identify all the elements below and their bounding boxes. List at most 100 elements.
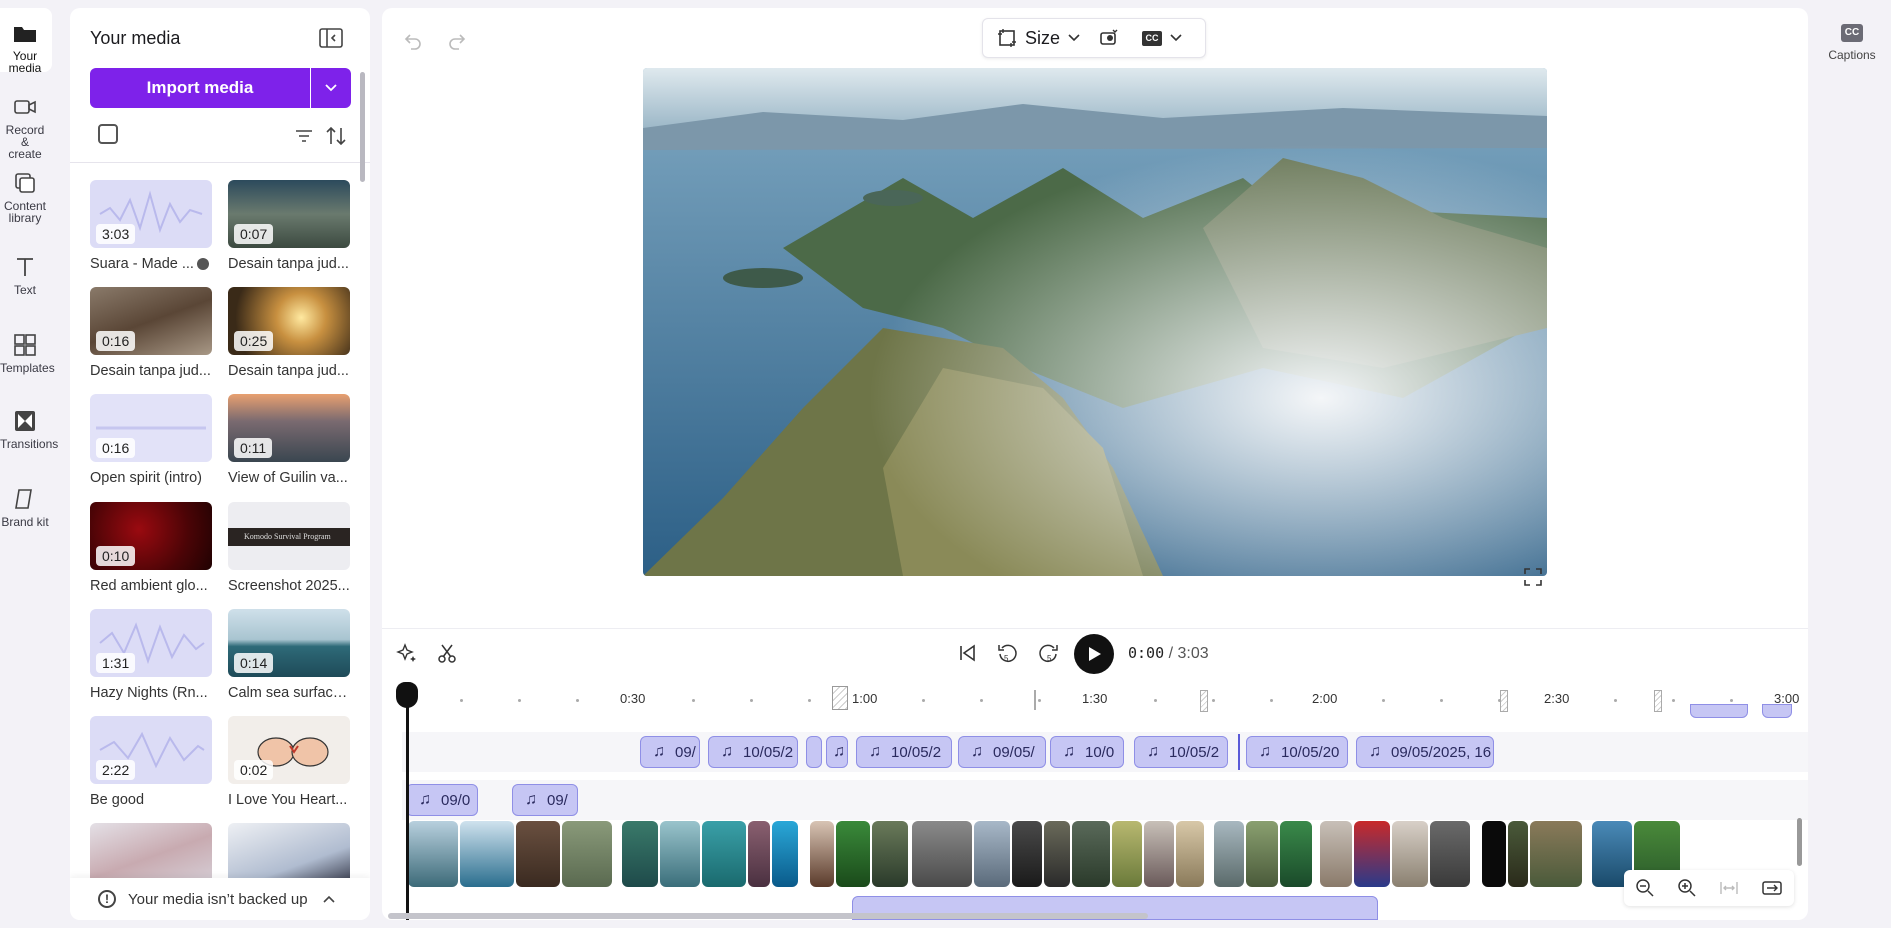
video-clip[interactable] xyxy=(1214,821,1244,887)
skip-to-start-icon[interactable] xyxy=(956,642,978,664)
video-clip[interactable] xyxy=(1530,821,1582,887)
media-tile[interactable]: 0:14 Calm sea surface... xyxy=(228,609,350,701)
video-clip[interactable] xyxy=(748,821,770,887)
audio-clip[interactable] xyxy=(806,736,822,768)
timeline-ruler[interactable]: 0:30 1:00 1:30 2:00 2:30 3:00 xyxy=(382,684,1808,714)
zoom-out-icon[interactable] xyxy=(1635,878,1655,898)
nav-your-media[interactable]: Your media xyxy=(0,20,50,74)
zoom-in-icon[interactable] xyxy=(1677,878,1697,898)
fullscreen-icon[interactable] xyxy=(1522,566,1544,588)
transition-marker[interactable] xyxy=(832,686,848,710)
audio-clip[interactable] xyxy=(1762,704,1792,718)
transition-marker[interactable] xyxy=(1200,690,1208,712)
video-clip[interactable] xyxy=(408,821,458,887)
select-all-checkbox[interactable] xyxy=(98,124,118,144)
video-clip[interactable] xyxy=(702,821,746,887)
video-clip[interactable] xyxy=(516,821,560,887)
play-button[interactable] xyxy=(1074,634,1114,674)
media-tile[interactable]: 0:25 Desain tanpa jud... xyxy=(228,287,350,379)
media-scrollbar[interactable] xyxy=(360,72,365,182)
nav-brand-kit[interactable]: Brand kit xyxy=(0,486,50,528)
rewind-5-icon[interactable]: 5 xyxy=(996,642,1018,664)
media-tile[interactable]: 0:11 View of Guilin va... xyxy=(228,394,350,486)
timeline-vertical-scrollbar[interactable] xyxy=(1797,818,1802,866)
background-remover-icon[interactable] xyxy=(1098,28,1120,48)
video-clip[interactable] xyxy=(460,821,514,887)
video-clip[interactable] xyxy=(1072,821,1110,887)
video-clip[interactable] xyxy=(660,821,700,887)
media-tile[interactable]: 0:16 Open spirit (intro) xyxy=(90,394,212,486)
transition-marker[interactable] xyxy=(1500,690,1508,712)
media-tile[interactable]: 0:07 Desain tanpa jud... xyxy=(228,180,350,272)
video-clip[interactable] xyxy=(1280,821,1312,887)
nav-record-create[interactable]: Record & create xyxy=(0,94,50,160)
backup-warning-bar[interactable]: ! Your media isn’t backed up xyxy=(70,878,370,920)
video-clip[interactable] xyxy=(772,821,798,887)
media-tile[interactable]: Komodo Survival Program Screenshot 2025.… xyxy=(228,502,350,594)
video-clip[interactable] xyxy=(1246,821,1278,887)
magic-sparkle-icon[interactable] xyxy=(396,642,418,664)
video-clip[interactable] xyxy=(1430,821,1470,887)
transition-marker[interactable] xyxy=(1654,690,1662,712)
video-clip[interactable] xyxy=(562,821,612,887)
audio-clip[interactable]: ♫ 09/ xyxy=(640,736,700,768)
audio-clip[interactable]: ♫ 09/05/2025, 16 xyxy=(1356,736,1494,768)
video-preview[interactable] xyxy=(643,68,1547,576)
fit-timeline-icon[interactable] xyxy=(1719,878,1739,898)
forward-5-icon[interactable]: 5 xyxy=(1038,642,1060,664)
media-tile[interactable]: 3:03 Suara - Made ... xyxy=(90,180,212,272)
media-tile[interactable]: 2:22 Be good xyxy=(90,716,212,808)
media-tile[interactable]: 0:02 I Love You Heart... xyxy=(228,716,350,808)
captions-toggle-button[interactable]: CC xyxy=(1142,30,1182,46)
redo-icon[interactable] xyxy=(446,30,468,52)
scissors-icon[interactable] xyxy=(436,642,458,664)
media-tile[interactable]: 0:10 Red ambient glo... xyxy=(90,502,212,594)
collapse-panel-icon[interactable] xyxy=(318,26,344,50)
audio-clip[interactable]: ♫ 10/05/2 xyxy=(708,736,798,768)
video-clip[interactable] xyxy=(1482,821,1506,887)
captions-panel-button[interactable]: CC Captions xyxy=(1826,24,1878,62)
video-clip[interactable] xyxy=(872,821,908,887)
expand-track-icon[interactable] xyxy=(1761,878,1783,898)
undo-icon[interactable] xyxy=(402,30,424,52)
video-clip[interactable] xyxy=(1112,821,1142,887)
video-clip[interactable] xyxy=(974,821,1010,887)
audio-clip[interactable]: ♫ 10/0 xyxy=(1050,736,1124,768)
audio-clip[interactable]: ♫ 09/0 xyxy=(406,784,478,816)
audio-clip[interactable]: ♫ 10/05/2 xyxy=(856,736,952,768)
nav-content-library[interactable]: Content library xyxy=(0,170,50,224)
video-clip[interactable] xyxy=(1044,821,1070,887)
sort-icon[interactable] xyxy=(324,124,348,148)
nav-transitions[interactable]: Transitions xyxy=(0,408,58,450)
video-clip[interactable] xyxy=(1320,821,1352,887)
media-tile[interactable]: 0:16 Desain tanpa jud... xyxy=(90,287,212,379)
size-button[interactable]: Size xyxy=(997,28,1080,49)
video-clip[interactable] xyxy=(1392,821,1428,887)
audio-clip[interactable]: ♫ 10/05/2 xyxy=(1134,736,1228,768)
timeline-horizontal-scrollbar[interactable] xyxy=(388,913,1148,919)
audio-clip[interactable]: ♫ 09/ xyxy=(512,784,578,816)
video-clip[interactable] xyxy=(622,821,658,887)
nav-text[interactable]: Text xyxy=(0,254,50,296)
transition-marker[interactable] xyxy=(1034,690,1036,710)
import-media-button[interactable]: Import media xyxy=(90,68,310,108)
video-clip[interactable] xyxy=(1012,821,1042,887)
nav-templates[interactable]: Templates xyxy=(0,332,55,374)
video-clip[interactable] xyxy=(912,821,972,887)
audio-clip[interactable] xyxy=(1690,704,1748,718)
video-clip[interactable] xyxy=(1176,821,1204,887)
audio-clip[interactable]: ♫ 09/05/ xyxy=(958,736,1046,768)
video-clip[interactable] xyxy=(810,821,834,887)
playhead-handle[interactable] xyxy=(396,682,418,708)
media-tile[interactable]: 1:31 Hazy Nights (Rn... xyxy=(90,609,212,701)
playhead-line[interactable] xyxy=(406,684,409,920)
video-clip[interactable] xyxy=(1144,821,1174,887)
import-options-button[interactable] xyxy=(311,68,351,108)
video-clip[interactable] xyxy=(1508,821,1528,887)
video-clip[interactable] xyxy=(1354,821,1390,887)
chevron-down-icon xyxy=(1068,34,1080,42)
audio-clip[interactable]: ♫ xyxy=(826,736,848,768)
filter-icon[interactable] xyxy=(294,126,314,146)
audio-clip[interactable]: ♫ 10/05/20 xyxy=(1246,736,1348,768)
video-clip[interactable] xyxy=(836,821,870,887)
